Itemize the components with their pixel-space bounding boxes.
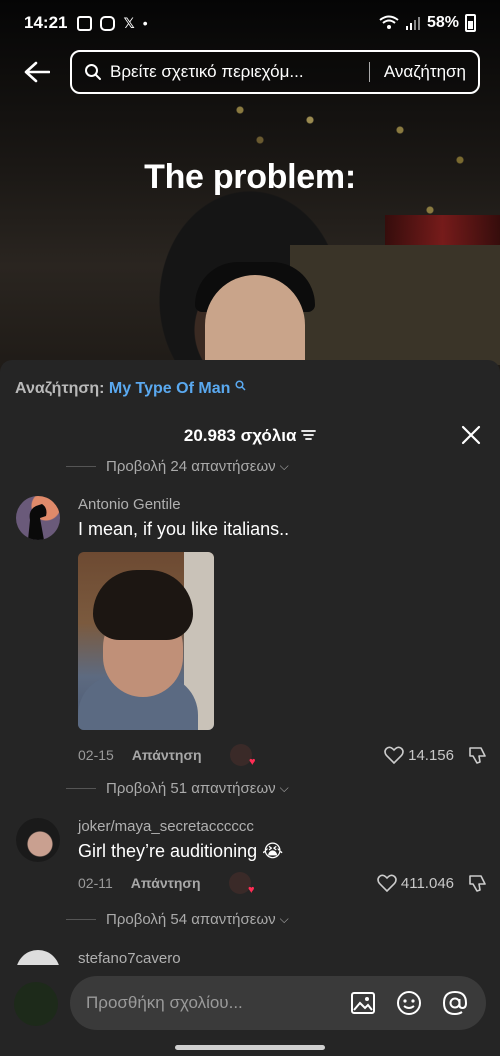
avatar[interactable] <box>16 818 60 862</box>
suggestion-prefix: Αναζήτηση: <box>15 380 105 397</box>
dislike-icon[interactable] <box>468 745 488 765</box>
avatar[interactable] <box>16 950 60 966</box>
like-count: 411.046 <box>400 874 454 892</box>
heart-outline-icon <box>377 874 397 892</box>
reply-button[interactable]: Απάντηση <box>131 875 201 891</box>
comment-date: 02-11 <box>78 875 113 891</box>
search-divider <box>368 62 370 82</box>
comment-count-label: 20.983 σχόλια <box>183 426 297 445</box>
suggestion-search-icon <box>235 380 246 391</box>
comment-username[interactable]: Antonio Gentile <box>78 496 488 513</box>
comment-text: I mean, if you like italians.. <box>78 519 290 539</box>
my-avatar[interactable] <box>14 982 58 1026</box>
background-wall <box>290 245 500 365</box>
chevron-down-icon: ⌵ <box>279 912 289 926</box>
comment-count[interactable]: 20.983 σχόλια <box>0 426 500 446</box>
at-mention-icon <box>442 990 468 1016</box>
chevron-down-icon: ⌵ <box>279 781 289 795</box>
view-replies-label: Προβολή 54 απαντήσεων <box>106 911 276 928</box>
avatar[interactable] <box>16 496 60 540</box>
emoji-icon <box>397 991 421 1015</box>
comment-username[interactable]: joker/maya_secretacccccc <box>78 818 488 835</box>
view-replies-label: Προβολή 24 απαντήσεων <box>106 458 276 475</box>
search-header: Βρείτε σχετικό περιεχόμ... Αναζήτηση <box>0 48 500 96</box>
heart-small-icon: ♥ <box>248 884 255 896</box>
video-caption: The problem: <box>144 158 356 196</box>
search-button[interactable]: Αναζήτηση <box>384 62 466 82</box>
dislike-icon[interactable] <box>468 873 488 893</box>
comment-image[interactable] <box>78 552 214 730</box>
suggestion-term[interactable]: My Type Of Man <box>109 380 231 397</box>
comment-item: Antonio Gentile I mean, if you like ital… <box>16 496 486 768</box>
emoji-button[interactable] <box>394 988 424 1018</box>
heart-small-icon: ♥ <box>249 756 256 768</box>
creator-liked-badge: ♥ <box>228 872 255 896</box>
comment-body: joker/maya_secretacccccc Girl they’re au… <box>78 818 488 896</box>
comment-date: 02-15 <box>78 747 114 763</box>
view-replies-label: Προβολή 51 απαντήσεων <box>106 780 276 797</box>
search-icon <box>85 64 101 80</box>
close-icon[interactable] <box>460 424 482 446</box>
like-button[interactable]: 411.046 <box>377 874 454 892</box>
heart-outline-icon <box>384 746 404 764</box>
view-replies[interactable]: Προβολή 51 απαντήσεων ⌵ <box>66 780 289 797</box>
comments-panel: Αναζήτηση: My Type Of Man 20.983 σχόλια … <box>0 360 500 1056</box>
creator-liked-badge: ♥ <box>229 744 256 768</box>
comment-body: Antonio Gentile I mean, if you like ital… <box>78 496 488 768</box>
instagram-notification-icon <box>100 15 116 31</box>
home-indicator[interactable] <box>175 1045 325 1050</box>
status-time: 14:21 <box>24 13 68 32</box>
replies-divider <box>66 788 96 789</box>
back-button[interactable] <box>22 57 52 87</box>
mention-button[interactable] <box>440 988 470 1018</box>
comment-meta: 02-11 Απάντηση ♥ 411.046 <box>78 872 488 896</box>
like-count: 14.156 <box>408 746 454 764</box>
comment-text: Girl they’re auditioning 😭 <box>78 841 284 861</box>
status-bar: 14:21 𝕏 • 58% <box>0 0 500 46</box>
battery-icon <box>465 14 476 32</box>
more-notifications-icon: • <box>142 15 148 31</box>
horse-silhouette-icon <box>28 504 47 540</box>
search-suggestion[interactable]: Αναζήτηση: My Type Of Man <box>15 380 246 398</box>
view-replies-top[interactable]: Προβολή 24 απαντήσεων ⌵ <box>66 458 289 475</box>
sort-filter-icon[interactable] <box>301 429 317 441</box>
battery-percent: 58% <box>426 14 459 31</box>
view-replies[interactable]: Προβολή 54 απαντήσεων ⌵ <box>66 911 289 928</box>
wifi-icon <box>379 15 399 29</box>
replies-divider <box>66 919 96 920</box>
comment-username[interactable]: stefano7cavero <box>78 950 486 966</box>
image-icon <box>351 992 375 1014</box>
search-box[interactable]: Βρείτε σχετικό περιεχόμ... Αναζήτηση <box>70 50 480 94</box>
comment-input-bar: Προσθήκη σχολίου... <box>0 965 500 1056</box>
search-query[interactable]: Βρείτε σχετικό περιεχόμ... <box>110 62 361 82</box>
photo-hair <box>93 570 193 640</box>
image-button[interactable] <box>348 988 378 1018</box>
comment-body: stefano7cavero <box>78 950 486 966</box>
comment-item: joker/maya_secretacccccc Girl they’re au… <box>16 818 486 898</box>
comment-item: stefano7cavero <box>16 950 486 966</box>
reply-button[interactable]: Απάντηση <box>132 747 202 763</box>
person-face <box>205 275 305 365</box>
gallery-notification-icon <box>77 15 93 31</box>
back-arrow-icon <box>24 61 50 83</box>
comment-input-placeholder[interactable]: Προσθήκη σχολίου... <box>86 993 332 1013</box>
like-button[interactable]: 14.156 <box>384 746 454 764</box>
replies-divider <box>66 466 96 467</box>
comment-meta: 02-15 Απάντηση ♥ 14.156 <box>78 744 488 768</box>
comment-input[interactable]: Προσθήκη σχολίου... <box>70 976 486 1030</box>
chevron-down-icon: ⌵ <box>279 459 289 473</box>
x-notification-icon: 𝕏 <box>123 14 135 31</box>
signal-icon <box>405 17 420 30</box>
